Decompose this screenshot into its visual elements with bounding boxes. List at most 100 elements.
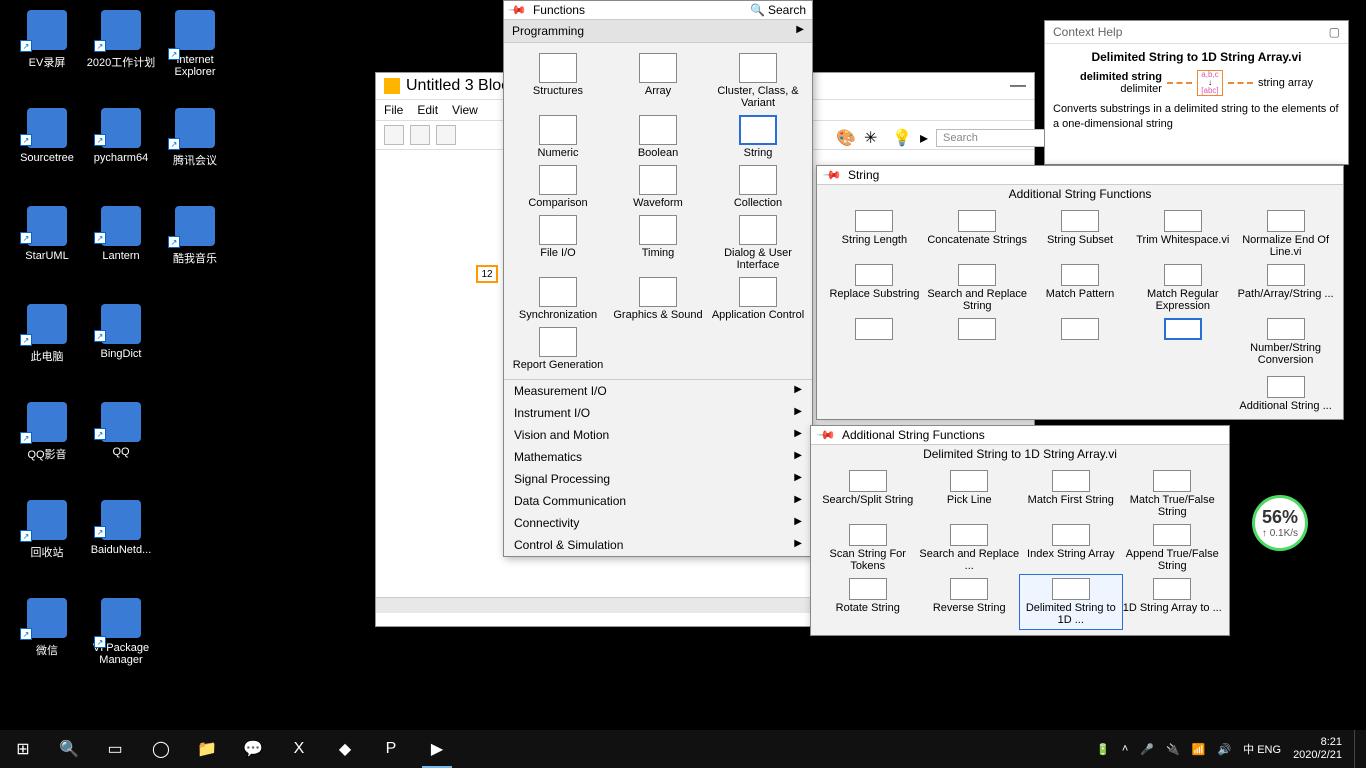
palette-header[interactable]: 📌 String [817, 166, 1343, 185]
pin-icon[interactable]: 📌 [816, 425, 836, 445]
palette-item[interactable]: Search and Replace String [926, 261, 1029, 315]
window-titlebar[interactable]: Context Help ▢ [1045, 21, 1348, 44]
taskbar-explorer-button[interactable]: 📁 [184, 730, 230, 768]
palette-item[interactable]: Replace Substring [823, 261, 926, 315]
desktop-icon[interactable]: ↗EV录屏 [10, 10, 84, 70]
taskbar-start-button[interactable]: ⊞ [0, 730, 46, 768]
palette-header[interactable]: 📌 Additional String Functions [811, 426, 1229, 445]
menu-item[interactable]: File [384, 103, 403, 117]
palette-item[interactable] [926, 315, 1029, 369]
palette-item[interactable]: File I/O [508, 211, 608, 273]
desktop-icon[interactable]: ↗微信 [10, 598, 84, 658]
taskbar-labview-button[interactable]: ▶ [414, 730, 460, 768]
search-input[interactable]: Search [936, 129, 1046, 147]
desktop-icon[interactable]: ↗Lantern [84, 206, 158, 262]
palette-item[interactable]: Graphics & Sound [608, 273, 708, 323]
highlight-icon[interactable]: 💡 [892, 128, 912, 148]
palette-item[interactable]: Boolean [608, 111, 708, 161]
palette-item[interactable]: Number/String Conversion [1234, 315, 1337, 369]
run-button[interactable] [384, 125, 404, 145]
palette-item[interactable]: Match True/False String [1122, 467, 1224, 521]
palette-item[interactable]: Scan String For Tokens [817, 521, 919, 575]
taskbar-chrome-button[interactable]: ◯ [138, 730, 184, 768]
menu-item[interactable]: Edit [417, 103, 438, 117]
palette-item[interactable]: Index String Array [1020, 521, 1122, 575]
palette-item[interactable]: Application Control [708, 273, 808, 323]
numeric-constant-node[interactable]: 12 [476, 265, 498, 283]
desktop-icon[interactable]: ↗QQ [84, 402, 158, 458]
palette-category[interactable]: Mathematics▶ [504, 446, 812, 468]
taskbar-pycharm-button[interactable]: ◆ [322, 730, 368, 768]
palette-category[interactable]: Measurement I/O▶ [504, 380, 812, 402]
desktop-icon[interactable]: ↗BingDict [84, 304, 158, 360]
desktop-icon[interactable]: ↗pycharm64 [84, 108, 158, 164]
pin-icon[interactable]: 📌 [507, 0, 527, 20]
microphone-icon[interactable]: 🎤 [1140, 743, 1154, 756]
clock[interactable]: 8:21 2020/2/21 [1293, 736, 1342, 761]
desktop-icon[interactable]: ↗此电脑 [10, 304, 84, 364]
palette-category[interactable]: Control & Simulation▶ [504, 534, 812, 556]
palette-item[interactable]: String [708, 111, 808, 161]
palette-item[interactable] [1131, 315, 1234, 369]
system-tray[interactable]: 🔋 ˄ 🎤 🔌 📶 🔊 中 ENG 8:21 2020/2/21 [1096, 730, 1366, 768]
desktop-icon[interactable]: ↗StarUML [10, 206, 84, 262]
palette-icon[interactable]: 🎨 [836, 128, 856, 148]
palette-item[interactable]: Synchronization [508, 273, 608, 323]
desktop-icon[interactable]: ↗Sourcetree [10, 108, 84, 164]
palette-category[interactable]: Data Communication▶ [504, 490, 812, 512]
desktop-icon[interactable]: ↗Internet Explorer [158, 10, 232, 78]
taskbar-powerpoint-button[interactable]: P [368, 730, 414, 768]
palette-item[interactable]: Report Generation [508, 323, 608, 373]
palette-item[interactable]: Timing [608, 211, 708, 273]
palette-item[interactable] [823, 373, 926, 415]
palette-item[interactable]: String Length [823, 207, 926, 261]
palette-item[interactable]: Match Regular Expression [1131, 261, 1234, 315]
run-continuous-button[interactable] [410, 125, 430, 145]
palette-item[interactable] [1029, 373, 1132, 415]
palette-item[interactable]: Dialog & User Interface [708, 211, 808, 273]
desktop-icon[interactable]: ↗VI Package Manager [84, 598, 158, 666]
palette-category[interactable]: Vision and Motion▶ [504, 424, 812, 446]
palette-item[interactable]: Normalize End Of Line.vi [1234, 207, 1337, 261]
chevron-up-icon[interactable]: ˄ [1122, 743, 1128, 755]
close-button[interactable]: ▢ [1329, 25, 1340, 39]
palette-item[interactable]: String Subset [1029, 207, 1132, 261]
abort-button[interactable] [436, 125, 456, 145]
cleanup-icon[interactable]: ✳ [864, 128, 884, 148]
palette-item[interactable]: Numeric [508, 111, 608, 161]
palette-item[interactable]: Append True/False String [1122, 521, 1224, 575]
desktop-icon[interactable]: ↗2020工作计划 [84, 10, 158, 70]
palette-subhead[interactable]: Programming ▶ [504, 20, 812, 43]
palette-item[interactable] [1029, 315, 1132, 369]
palette-item[interactable]: Cluster, Class, & Variant [708, 49, 808, 111]
power-icon[interactable]: 🔌 [1166, 743, 1180, 756]
taskbar-search-button[interactable]: 🔍 [46, 730, 92, 768]
palette-item[interactable]: Search and Replace ... [919, 521, 1021, 575]
desktop-icon[interactable]: ↗腾讯会议 [158, 108, 232, 168]
palette-item[interactable]: Collection [708, 161, 808, 211]
palette-item[interactable]: Concatenate Strings [926, 207, 1029, 261]
palette-item[interactable]: Additional String ... [1234, 373, 1337, 415]
palette-item[interactable]: Array [608, 49, 708, 111]
palette-item[interactable]: Match Pattern [1029, 261, 1132, 315]
ime-indicator[interactable]: 中 ENG [1243, 741, 1281, 757]
palette-category[interactable]: Instrument I/O▶ [504, 402, 812, 424]
palette-item[interactable]: Search/Split String [817, 467, 919, 521]
palette-item[interactable]: Rotate String [817, 575, 919, 629]
palette-item[interactable]: Waveform [608, 161, 708, 211]
desktop-icon[interactable]: ↗QQ影音 [10, 402, 84, 462]
wifi-icon[interactable]: 📶 [1192, 743, 1206, 756]
palette-item[interactable]: Match First String [1020, 467, 1122, 521]
show-desktop-button[interactable] [1354, 730, 1360, 768]
palette-header[interactable]: 📌 Functions 🔍 Search [504, 1, 812, 20]
palette-item[interactable]: Trim Whitespace.vi [1131, 207, 1234, 261]
palette-category[interactable]: Connectivity▶ [504, 512, 812, 534]
desktop-icon[interactable]: ↗回收站 [10, 500, 84, 560]
palette-category[interactable]: Signal Processing▶ [504, 468, 812, 490]
palette-item[interactable]: Comparison [508, 161, 608, 211]
desktop-icon[interactable]: ↗BaiduNetd... [84, 500, 158, 556]
desktop-icon[interactable]: ↗酷我音乐 [158, 206, 232, 266]
taskbar-wechat-button[interactable]: 💬 [230, 730, 276, 768]
minimize-button[interactable]: — [1010, 77, 1026, 95]
palette-item[interactable] [926, 373, 1029, 415]
